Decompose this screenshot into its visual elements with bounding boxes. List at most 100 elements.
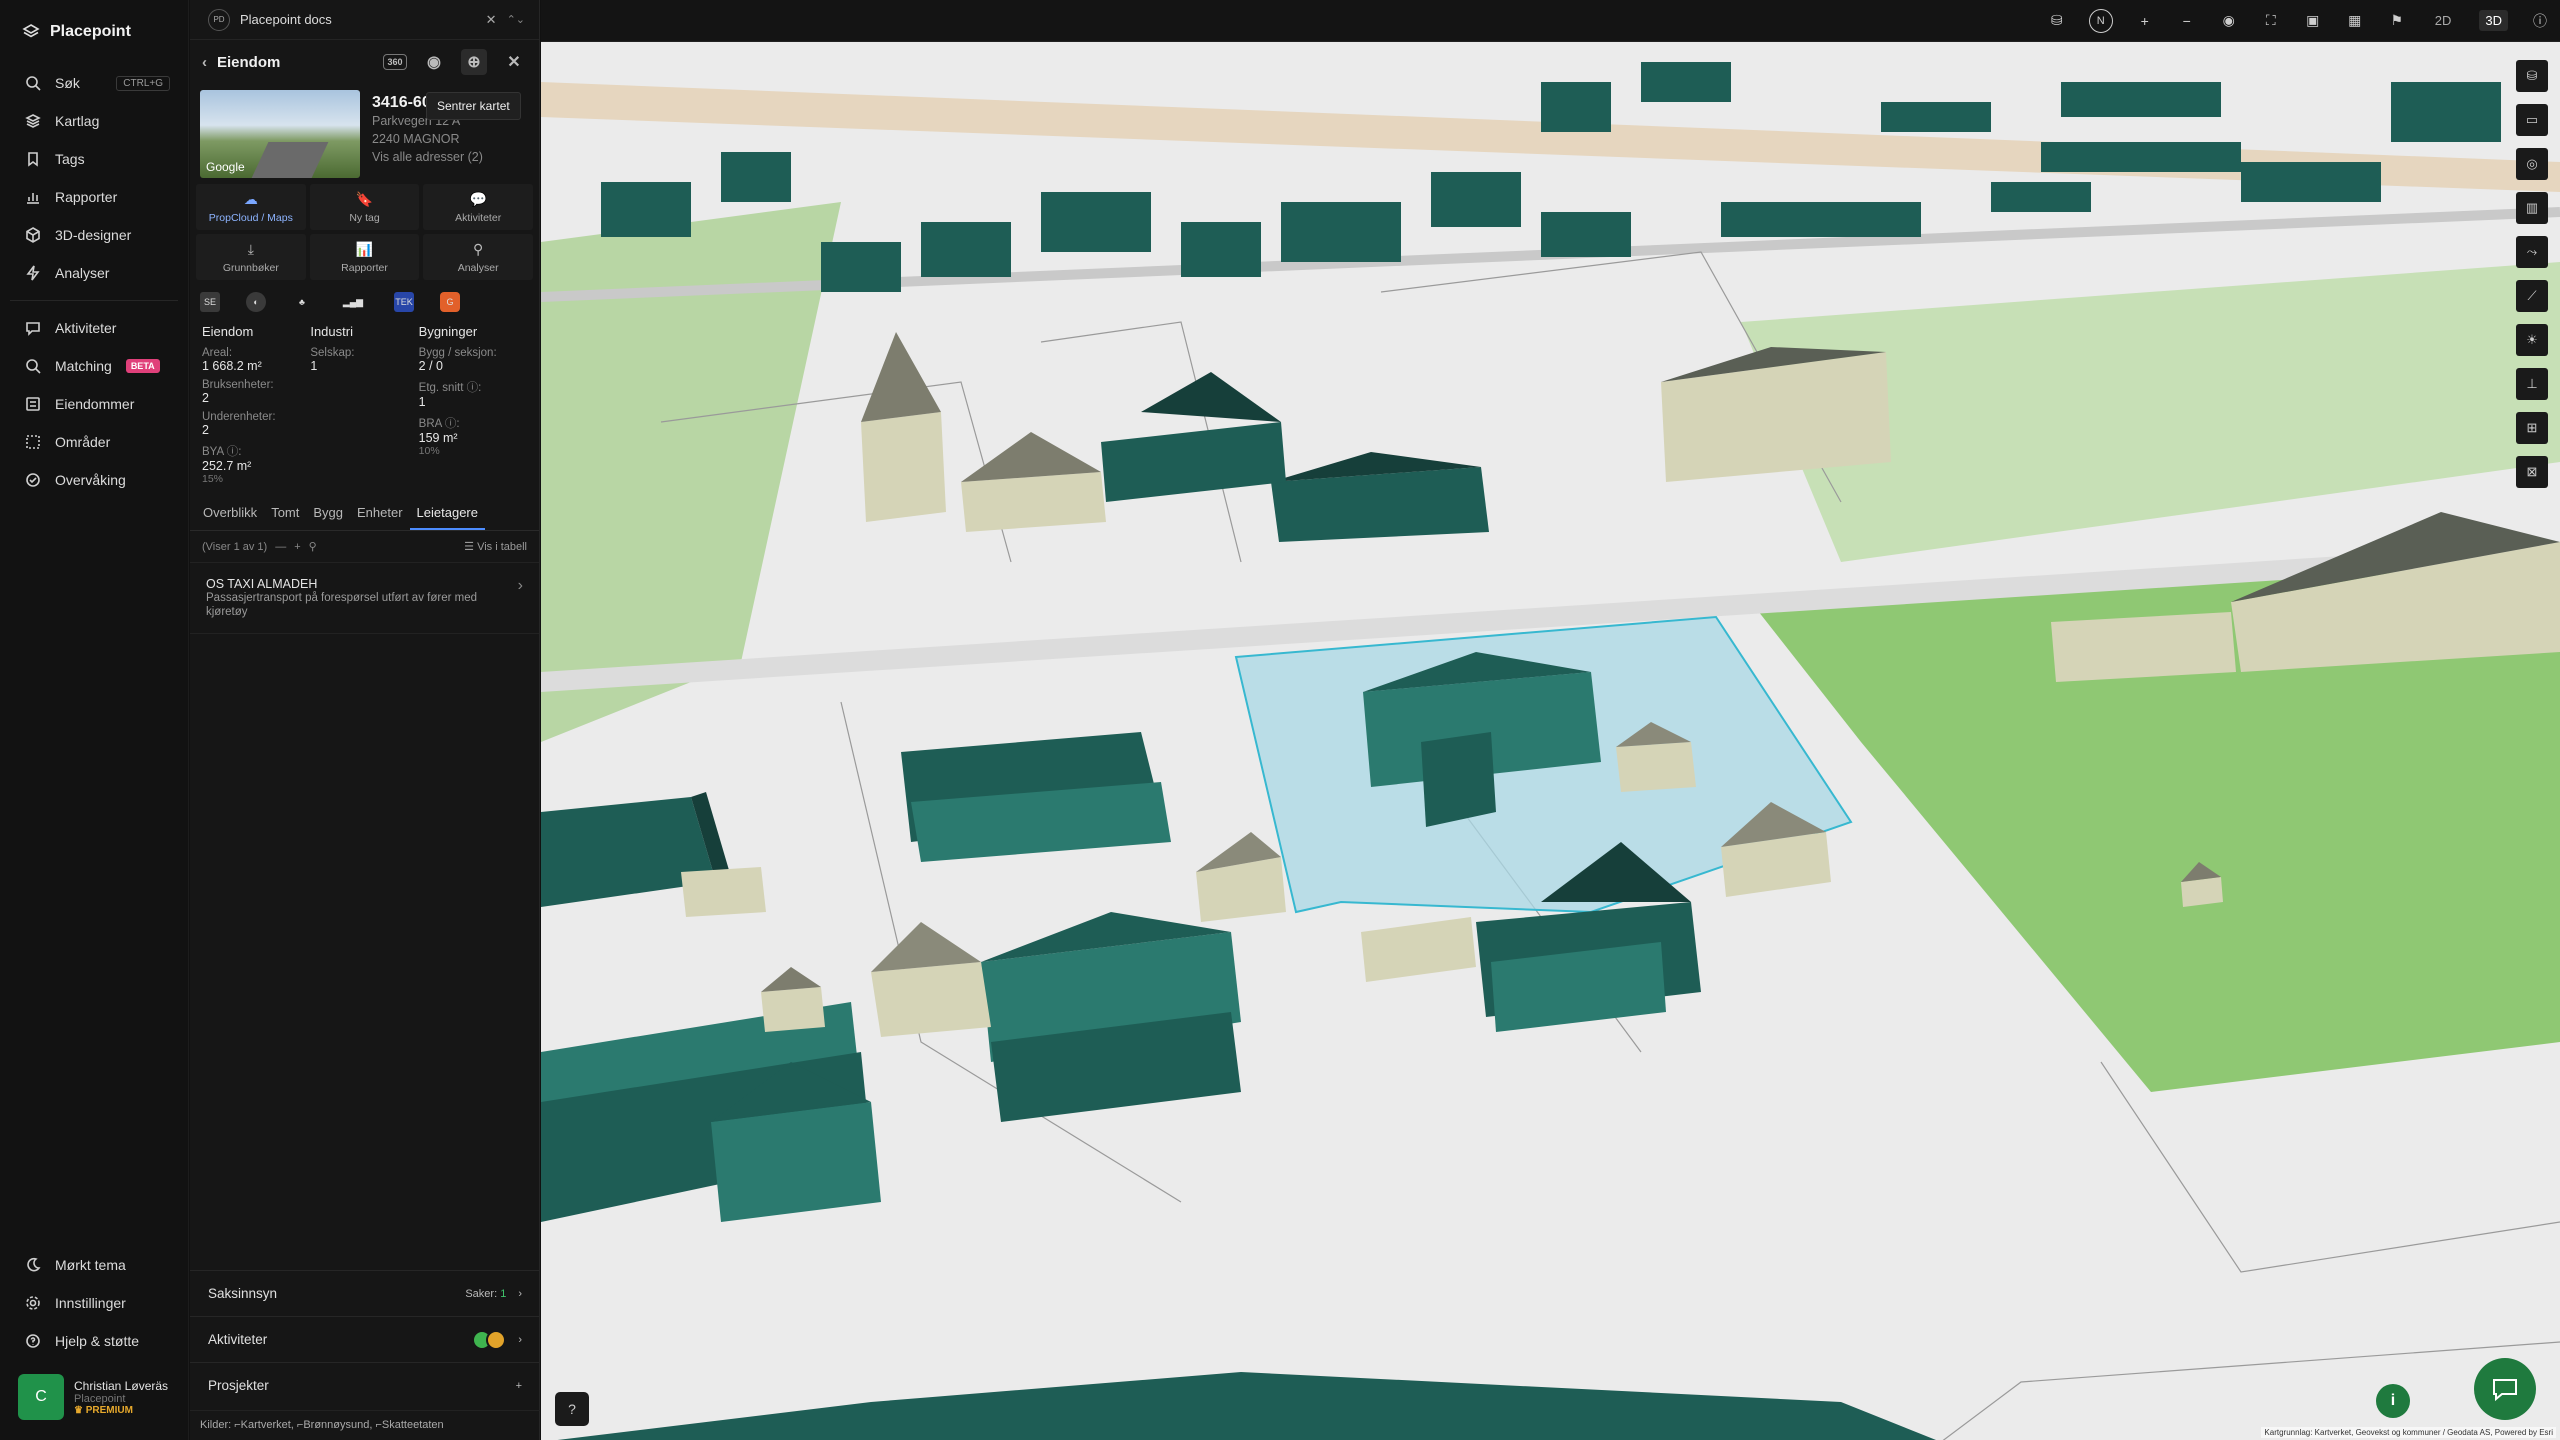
building[interactable] bbox=[1361, 917, 1476, 982]
nav-divider bbox=[10, 300, 178, 301]
terrain-tool-icon[interactable]: ⊠ bbox=[2516, 456, 2548, 488]
nav-item-overvaking[interactable]: Overvåking bbox=[0, 461, 188, 499]
chat-button[interactable] bbox=[2474, 1358, 2536, 1420]
map-3d-scene[interactable] bbox=[541, 42, 2560, 1440]
tab-overblikk[interactable]: Overblikk bbox=[196, 497, 264, 530]
collapse-icon[interactable]: — bbox=[275, 541, 286, 553]
eye-icon[interactable]: ◉ bbox=[421, 49, 447, 75]
sun-tool-icon[interactable]: ☀ bbox=[2516, 324, 2548, 356]
reports-button[interactable]: 📊 Rapporter bbox=[309, 234, 420, 280]
inspect-tool-icon[interactable]: ◎ bbox=[2516, 148, 2548, 180]
nav-item-aktiviteter[interactable]: Aktiviteter bbox=[0, 309, 188, 347]
height-tool-icon[interactable]: ⊥ bbox=[2516, 368, 2548, 400]
saksinnsyn-accordion[interactable]: Saksinnsyn Saker: 1 › bbox=[190, 1270, 540, 1316]
tek-logo-icon[interactable]: TEK bbox=[394, 292, 414, 312]
bookmark-icon bbox=[28, 152, 38, 167]
nav-item-omrader[interactable]: Områder bbox=[0, 423, 188, 461]
all-addresses-link[interactable]: Vis alle adresser (2) bbox=[372, 148, 483, 166]
globe-logo-icon[interactable]: ◐ bbox=[246, 292, 266, 312]
tab-bygg[interactable]: Bygg bbox=[306, 497, 350, 530]
360-icon[interactable]: 360 bbox=[383, 54, 407, 70]
se-logo-icon[interactable]: SE bbox=[200, 292, 220, 312]
building[interactable] bbox=[861, 332, 946, 522]
show-table-button[interactable]: ☰ Vis i tabell bbox=[464, 540, 527, 553]
nav-item-dark-theme[interactable]: Mørkt tema bbox=[0, 1246, 189, 1284]
building[interactable] bbox=[2231, 512, 2560, 672]
building[interactable] bbox=[541, 1372, 1941, 1440]
nav-item-analyser[interactable]: Analyser bbox=[0, 254, 188, 292]
new-tag-button[interactable]: 🔖 Ny tag bbox=[309, 184, 420, 230]
building[interactable] bbox=[871, 922, 991, 1037]
user-profile[interactable]: C Christian Løveräs Placepoint ♛ PREMIUM bbox=[0, 1360, 189, 1440]
layers-toggle-icon[interactable]: ⛁ bbox=[2047, 11, 2067, 31]
grid-icon[interactable]: ▦ bbox=[2345, 11, 2365, 31]
nav-item-rapporter[interactable]: Rapporter bbox=[0, 178, 188, 216]
nav-item-tags[interactable]: Tags bbox=[0, 140, 188, 178]
propcloud-button[interactable]: ☁ PropCloud / Maps bbox=[196, 184, 306, 230]
analyses-button[interactable]: ⚲ Analyser bbox=[423, 234, 533, 280]
profile-tool-icon[interactable]: ⊞ bbox=[2516, 412, 2548, 444]
fullscreen-icon[interactable]: ⛶ bbox=[2261, 11, 2281, 31]
expand-icon[interactable]: ⌃⌄ bbox=[507, 13, 525, 26]
building[interactable] bbox=[1271, 452, 1489, 542]
trees-logo-icon[interactable]: ♣ bbox=[292, 292, 312, 312]
brand[interactable]: Placepoint bbox=[0, 0, 188, 64]
nav-item-settings[interactable]: Innstillinger bbox=[0, 1284, 189, 1322]
zoom-out-icon[interactable]: − bbox=[2177, 11, 2197, 31]
list-item[interactable]: OS TAXI ALMADEH Passasjertransport på fo… bbox=[190, 563, 539, 634]
chart-tool-icon[interactable]: ▥ bbox=[2516, 192, 2548, 224]
workspace-title[interactable]: Placepoint docs bbox=[240, 12, 332, 27]
building[interactable] bbox=[1661, 347, 1891, 482]
view-3d-button[interactable]: 3D bbox=[2479, 10, 2508, 31]
prosjekter-accordion[interactable]: Prosjekter + bbox=[190, 1362, 540, 1408]
signal-bars-icon[interactable]: ▂▄▆ bbox=[338, 292, 368, 312]
building[interactable] bbox=[1101, 372, 1286, 502]
crosshair-icon[interactable]: ⊕ bbox=[461, 49, 487, 75]
nav-item-eiendommer[interactable]: Eiendommer bbox=[0, 385, 188, 423]
tab-tomt[interactable]: Tomt bbox=[264, 497, 306, 530]
add-icon[interactable]: + bbox=[516, 1380, 522, 1392]
compass-icon[interactable]: N bbox=[2088, 8, 2113, 33]
building[interactable] bbox=[681, 867, 766, 917]
eye-icon[interactable]: ◉ bbox=[2219, 11, 2239, 31]
add-icon[interactable]: + bbox=[294, 541, 300, 553]
panel-header: ‹ Eiendom 360 ◉ ⊕ ✕ bbox=[190, 40, 539, 84]
info-icon[interactable]: ⓘ bbox=[2530, 11, 2550, 31]
close-icon[interactable]: ✕ bbox=[486, 12, 497, 28]
camera-icon[interactable]: ▣ bbox=[2303, 11, 2323, 31]
tab-leietagere[interactable]: Leietagere bbox=[409, 497, 485, 530]
info-button[interactable]: i bbox=[2376, 1384, 2410, 1418]
search-icon[interactable]: ⚲ bbox=[309, 540, 317, 553]
stats-bygninger: Bygninger Bygg / seksjon: 2 / 0 Etg. sni… bbox=[419, 324, 527, 485]
building[interactable] bbox=[901, 732, 1171, 862]
layers-tool-icon[interactable]: ⛁ bbox=[2516, 60, 2548, 92]
ruler-tool-icon[interactable]: ▭ bbox=[2516, 104, 2548, 136]
bookmark-icon[interactable]: ⚑ bbox=[2387, 11, 2407, 31]
zoom-in-icon[interactable]: + bbox=[2135, 11, 2155, 31]
nav-item-kartlag[interactable]: Kartlag bbox=[0, 102, 188, 140]
building[interactable] bbox=[2051, 612, 2236, 682]
cube-icon bbox=[26, 227, 40, 243]
building[interactable] bbox=[1196, 832, 1286, 922]
street-view-photo[interactable]: Google bbox=[200, 90, 360, 178]
route-tool-icon[interactable]: ⤳ bbox=[2516, 236, 2548, 268]
activities-button[interactable]: 💬 Aktiviteter bbox=[423, 184, 533, 230]
g-logo-icon[interactable]: G bbox=[440, 292, 460, 312]
nav-item-help[interactable]: Hjelp & støtte bbox=[0, 1322, 189, 1360]
slope-tool-icon[interactable]: ⟋ bbox=[2516, 280, 2548, 312]
nav-label: Innstillinger bbox=[55, 1295, 126, 1311]
building[interactable] bbox=[981, 912, 1241, 1122]
building[interactable] bbox=[761, 967, 825, 1032]
nav-item-3d-designer[interactable]: 3D-designer bbox=[0, 216, 188, 254]
nav-item-matching[interactable]: Matching BETA bbox=[0, 347, 188, 385]
land-registry-button[interactable]: ⤓ Grunnbøker bbox=[196, 234, 306, 280]
help-icon[interactable]: ? bbox=[555, 1392, 589, 1426]
back-icon[interactable]: ‹ bbox=[202, 54, 207, 71]
building[interactable] bbox=[961, 432, 1106, 532]
close-icon[interactable]: ✕ bbox=[501, 49, 527, 75]
view-2d-button[interactable]: 2D bbox=[2429, 10, 2458, 31]
aktiviteter-accordion[interactable]: Aktiviteter › bbox=[190, 1316, 540, 1362]
nav-item-sok[interactable]: Søk CTRL+G bbox=[0, 64, 188, 102]
map-canvas[interactable]: ⛁ ▭ ◎ ▥ ⤳ ⟋ ☀ ⊥ ⊞ ⊠ ? i Kartgrunnlag: Ka… bbox=[541, 42, 2560, 1440]
tab-enheter[interactable]: Enheter bbox=[350, 497, 410, 530]
